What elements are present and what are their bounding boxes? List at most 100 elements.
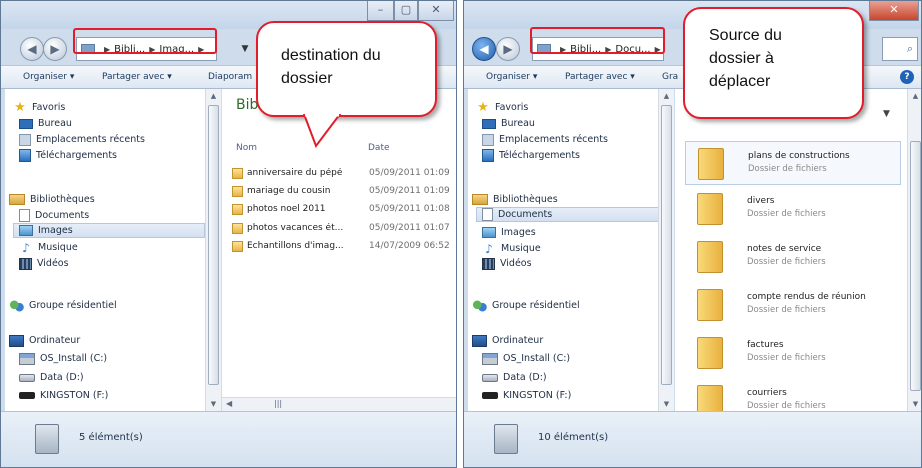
- nav-images[interactable]: Images: [13, 223, 205, 238]
- item-count: 10 élément(s): [538, 432, 609, 443]
- nav-computer[interactable]: Ordinateur: [472, 333, 543, 348]
- file-row[interactable]: photos vacances ét... 05/09/2011 01:07: [232, 220, 450, 236]
- scroll-thumb[interactable]: [208, 105, 219, 385]
- nav-downloads[interactable]: Téléchargements: [482, 148, 580, 163]
- scroll-up-icon[interactable]: ▲: [659, 89, 674, 103]
- folder-tile[interactable]: plans de constructions Dossier de fichie…: [685, 141, 901, 185]
- nav-desktop[interactable]: Bureau: [482, 116, 535, 131]
- scroll-down-icon[interactable]: ▼: [206, 397, 221, 411]
- drive-icon: [19, 373, 35, 382]
- usb-drive-icon: [19, 392, 35, 399]
- right-address-highlight: [530, 27, 665, 54]
- arrange-dropdown-icon[interactable]: ▼: [883, 109, 890, 119]
- star-icon: ★: [477, 99, 489, 115]
- nav-videos[interactable]: Vidéos: [482, 256, 532, 271]
- search-box[interactable]: ⌕: [882, 37, 918, 61]
- scroll-down-icon[interactable]: ▼: [659, 397, 674, 411]
- back-button[interactable]: ◀: [20, 37, 44, 61]
- folder-icon: [697, 241, 723, 273]
- videos-icon: [482, 257, 495, 270]
- nav-documents[interactable]: Documents: [19, 208, 89, 223]
- nav-scrollbar[interactable]: ▲ ▼: [205, 89, 221, 411]
- library-documents-icon: [494, 424, 518, 454]
- scroll-thumb[interactable]: [661, 105, 672, 385]
- nav-music[interactable]: ♪ Musique: [19, 240, 78, 255]
- music-icon: ♪: [485, 241, 493, 256]
- help-icon[interactable]: ?: [900, 70, 914, 84]
- nav-favorites[interactable]: ★ Favoris: [13, 100, 65, 115]
- folder-tile[interactable]: notes de service Dossier de fichiers: [685, 235, 901, 279]
- address-dropdown-icon[interactable]: ▼: [237, 37, 253, 61]
- nav-libraries[interactable]: Bibliothèques: [9, 192, 95, 207]
- nav-desktop[interactable]: Bureau: [19, 116, 72, 131]
- scroll-left-icon[interactable]: ◀: [226, 399, 232, 408]
- column-date[interactable]: Date: [368, 143, 390, 153]
- folder-tile[interactable]: compte rendus de réunion Dossier de fich…: [685, 283, 901, 327]
- minimize-button[interactable]: –: [367, 1, 394, 21]
- back-button[interactable]: ◀: [472, 37, 496, 61]
- column-name[interactable]: Nom: [236, 143, 257, 153]
- libraries-icon: [472, 194, 488, 205]
- nav-images[interactable]: Images: [482, 225, 536, 240]
- file-row[interactable]: photos noel 2011 05/09/2011 01:08: [232, 201, 450, 217]
- nav-data-drive[interactable]: Data (D:): [19, 370, 84, 385]
- nav-favorites[interactable]: ★ Favoris: [476, 100, 528, 115]
- folder-icon: [232, 240, 243, 252]
- burn-button[interactable]: Gra: [662, 72, 678, 82]
- scroll-up-icon[interactable]: ▲: [908, 89, 921, 103]
- nav-scrollbar[interactable]: ▲ ▼: [658, 89, 674, 411]
- images-icon: [482, 227, 496, 238]
- nav-homegroup[interactable]: Groupe résidentiel: [472, 298, 580, 313]
- item-count: 5 élément(s): [79, 432, 143, 443]
- share-menu[interactable]: Partager avec ▾: [102, 72, 172, 82]
- nav-videos[interactable]: Vidéos: [19, 256, 69, 271]
- scroll-down-icon[interactable]: ▼: [908, 397, 921, 411]
- os-drive-icon: [482, 352, 498, 365]
- folder-tile[interactable]: divers Dossier de fichiers: [685, 187, 901, 231]
- organize-menu[interactable]: Organiser ▾: [23, 72, 74, 82]
- nav-os-drive[interactable]: OS_Install (C:): [482, 351, 570, 366]
- star-icon: ★: [14, 99, 26, 115]
- nav-downloads[interactable]: Téléchargements: [19, 148, 117, 163]
- nav-usb-drive[interactable]: KINGSTON (F:): [19, 388, 108, 403]
- nav-libraries[interactable]: Bibliothèques: [472, 192, 558, 207]
- forward-button[interactable]: ▶: [496, 37, 520, 61]
- nav-homegroup[interactable]: Groupe résidentiel: [9, 298, 117, 313]
- desktop-icon: [19, 118, 33, 129]
- file-row[interactable]: anniversaire du pépé 05/09/2011 01:09: [232, 165, 450, 181]
- forward-button[interactable]: ▶: [43, 37, 67, 61]
- destination-callout-text: destination du dossier: [281, 47, 381, 87]
- content-scrollbar[interactable]: ▲ ▼: [907, 89, 921, 411]
- nav-documents[interactable]: Documents: [476, 207, 668, 222]
- nav-recent-places[interactable]: Emplacements récents: [19, 132, 145, 147]
- organize-menu[interactable]: Organiser ▾: [486, 72, 537, 82]
- folder-icon: [697, 337, 723, 369]
- drive-icon: [482, 373, 498, 382]
- folder-tile[interactable]: courriers Dossier de fichiers: [685, 379, 901, 411]
- file-row[interactable]: mariage du cousin 05/09/2011 01:09: [232, 183, 450, 199]
- file-row[interactable]: Échantillons d'imag... 14/07/2009 06:52: [232, 238, 450, 254]
- folder-icon: [232, 203, 243, 215]
- nav-usb-drive[interactable]: KINGSTON (F:): [482, 388, 571, 403]
- scroll-up-icon[interactable]: ▲: [206, 89, 221, 103]
- share-menu[interactable]: Partager avec ▾: [565, 72, 635, 82]
- close-button[interactable]: ✕: [869, 1, 919, 21]
- nav-computer[interactable]: Ordinateur: [9, 333, 80, 348]
- slideshow-button[interactable]: Diaporam: [208, 72, 252, 82]
- folder-icon: [697, 193, 723, 225]
- folder-tile[interactable]: factures Dossier de fichiers: [685, 331, 901, 375]
- documents-icon: [19, 209, 30, 222]
- scroll-thumb[interactable]: [910, 141, 921, 391]
- downloads-icon: [482, 149, 494, 162]
- nav-data-drive[interactable]: Data (D:): [482, 370, 547, 385]
- source-callout-text: Source du dossier à déplacer: [709, 27, 782, 90]
- nav-recent-places[interactable]: Emplacements récents: [482, 132, 608, 147]
- horizontal-scrollbar[interactable]: ◀ |||: [222, 397, 456, 411]
- close-button[interactable]: ✕: [418, 1, 454, 21]
- desktop-icon: [482, 118, 496, 129]
- maximize-button[interactable]: ▢: [394, 1, 418, 21]
- computer-icon: [9, 334, 24, 347]
- nav-os-drive[interactable]: OS_Install (C:): [19, 351, 107, 366]
- recent-places-icon: [482, 133, 494, 146]
- nav-music[interactable]: ♪ Musique: [482, 241, 541, 256]
